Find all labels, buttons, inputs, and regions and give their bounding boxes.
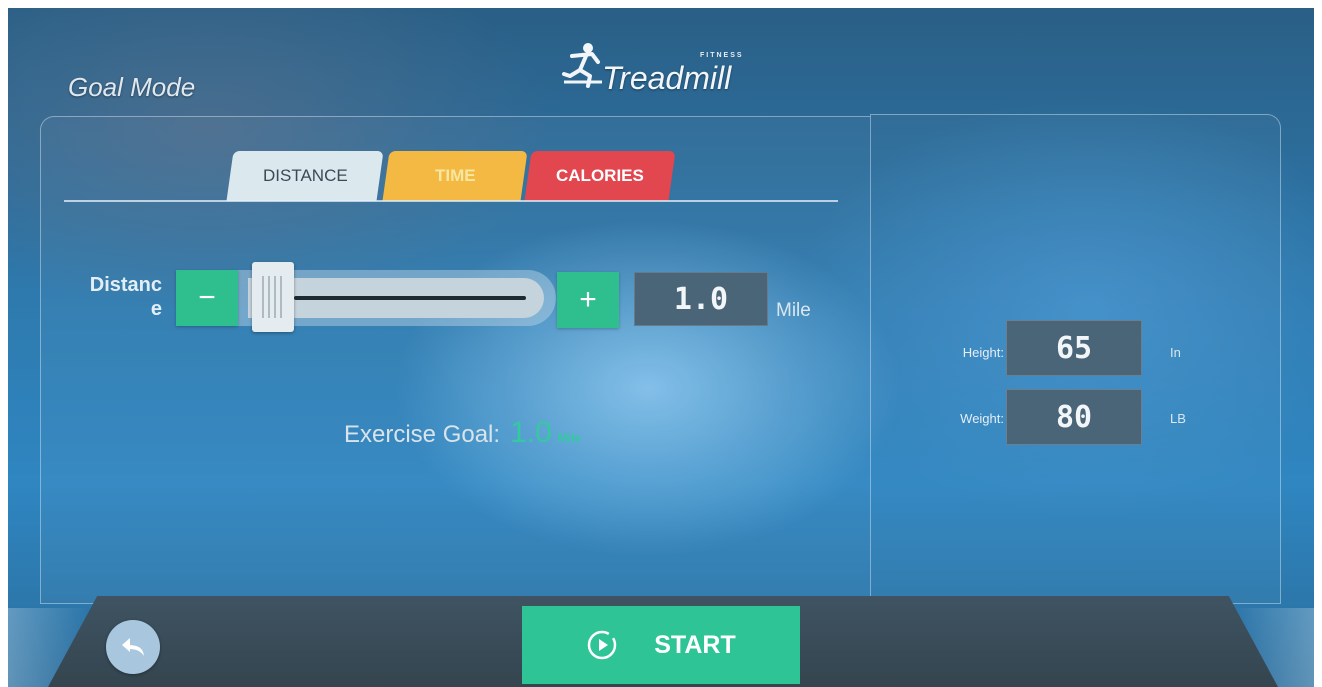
tab-time[interactable]: TIME — [382, 151, 528, 201]
back-arrow-icon — [122, 638, 144, 656]
exercise-goal: Exercise Goal: 1.0 Mile — [344, 416, 581, 450]
goal-mode-screen: Goal Mode Treadmill FITNESS DISTANCE TIM… — [8, 8, 1314, 687]
tab-distance[interactable]: DISTANCE — [226, 151, 384, 201]
distance-unit: Mile — [776, 300, 811, 321]
height-unit: In — [1170, 345, 1181, 360]
distance-label: Distanc e — [89, 274, 162, 320]
increase-distance-button[interactable]: + — [557, 272, 619, 328]
decrease-distance-button[interactable]: − — [176, 270, 238, 326]
distance-slider-handle[interactable] — [252, 262, 294, 332]
height-field[interactable]: 65 — [1006, 320, 1142, 376]
weight-field[interactable]: 80 — [1006, 389, 1142, 445]
height-label: Height: — [962, 345, 1004, 360]
distance-value-display[interactable]: 1.0 — [634, 272, 768, 326]
exercise-goal-unit: Mile — [557, 431, 582, 445]
tab-time-label: TIME — [434, 166, 476, 185]
weight-label: Weight: — [960, 411, 1004, 426]
distance-slider-line — [294, 296, 526, 300]
weight-unit: LB — [1170, 411, 1186, 426]
exercise-goal-value: 1.0 — [510, 416, 552, 449]
tab-distance-label: DISTANCE — [262, 166, 348, 185]
start-button[interactable]: START — [522, 606, 800, 684]
start-button-label: START — [654, 630, 736, 659]
page-title: Goal Mode — [68, 72, 196, 102]
play-circle-icon — [588, 630, 617, 660]
tab-divider — [64, 200, 838, 202]
exercise-goal-label: Exercise Goal: — [344, 421, 501, 448]
brand-wordmark: Treadmill — [602, 60, 732, 96]
runner-logo-icon — [562, 43, 602, 88]
tab-calories[interactable]: CALORIES — [524, 151, 676, 201]
brand-tagline: FITNESS — [700, 52, 744, 59]
tab-calories-label: CALORIES — [556, 166, 644, 185]
back-button[interactable] — [106, 620, 160, 674]
brand-logo: Treadmill FITNESS — [562, 36, 802, 96]
